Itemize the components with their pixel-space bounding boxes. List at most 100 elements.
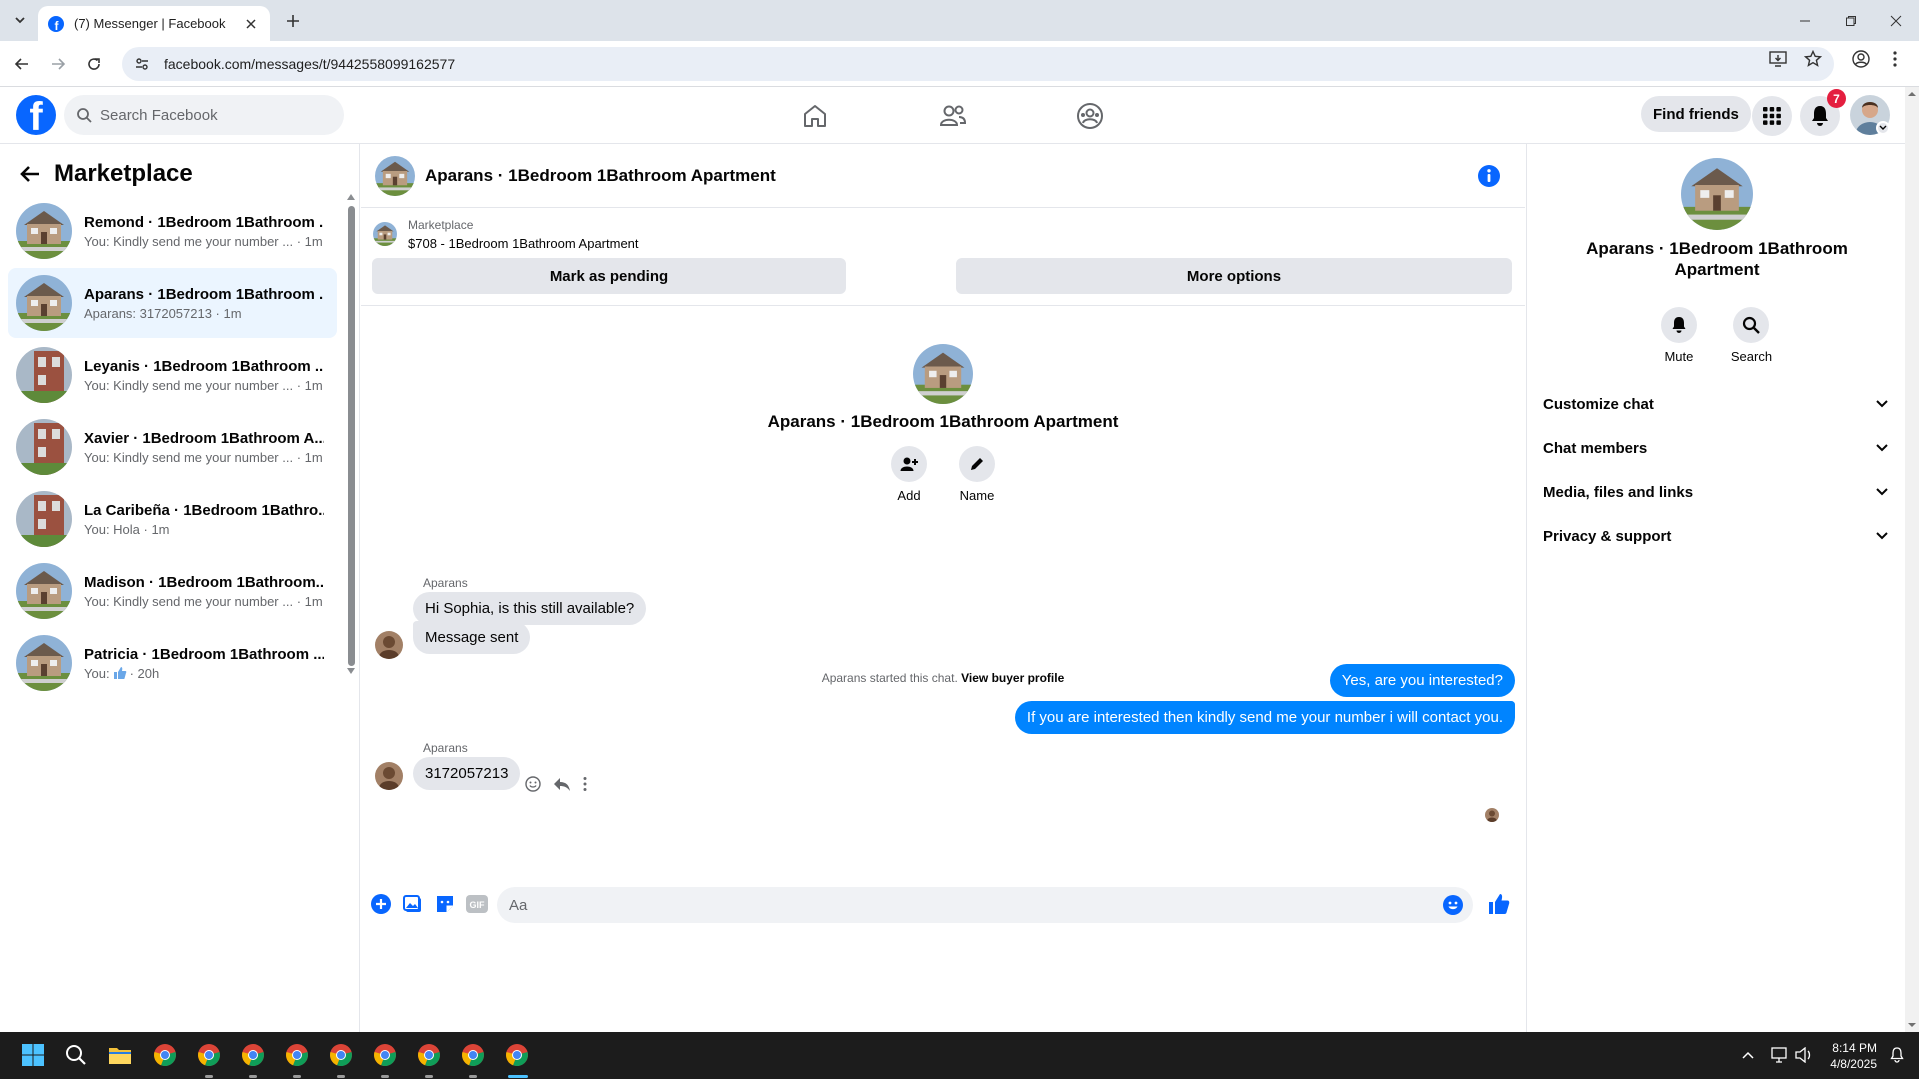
facebook-logo-icon[interactable]: f <box>16 95 56 135</box>
find-friends-button[interactable]: Find friends <box>1641 96 1751 132</box>
react-emoji-icon[interactable] <box>525 776 541 792</box>
sticker-icon[interactable] <box>431 890 459 918</box>
chrome-profile-icon[interactable] <box>414 1040 444 1070</box>
more-actions-icon[interactable] <box>583 776 587 792</box>
name-label: Name <box>959 488 995 503</box>
conversation-item[interactable]: Leyanis · 1Bedroom 1Bathroom ... You: Ki… <box>8 340 337 410</box>
sender-name: Aparans <box>423 576 468 590</box>
conversation-name: Leyanis · 1Bedroom 1Bathroom ... <box>84 357 324 375</box>
listing-thumbnail <box>16 563 72 619</box>
conversation-item[interactable]: Remond · 1Bedroom 1Bathroom ... You: Kin… <box>8 196 337 266</box>
message-input-field[interactable] <box>497 887 1473 923</box>
listing-thumbnail <box>373 222 397 246</box>
taskbar-clock[interactable]: 8:14 PM 4/8/2025 <box>1830 1040 1877 1072</box>
sidebar-scrollbar[interactable] <box>347 194 355 674</box>
search-input[interactable] <box>100 106 320 124</box>
taskbar-search-icon[interactable] <box>61 1040 91 1070</box>
groups-icon[interactable] <box>1035 91 1145 141</box>
svg-text:GIF: GIF <box>470 900 486 910</box>
photo-icon[interactable] <box>399 890 427 918</box>
view-buyer-profile-link[interactable]: View buyer profile <box>961 671 1064 685</box>
restore-icon[interactable] <box>1828 0 1874 41</box>
chat-title[interactable]: Aparans · 1Bedroom 1Bathroom Apartment <box>425 166 776 186</box>
account-chevron-icon[interactable] <box>1876 121 1890 135</box>
conversation-item[interactable]: Xavier · 1Bedroom 1Bathroom A... You: Ki… <box>8 412 337 482</box>
listing-thumbnail <box>16 275 72 331</box>
home-icon[interactable] <box>760 91 870 141</box>
search-in-chat-button[interactable]: Search <box>1731 307 1772 364</box>
media-files-links-section[interactable]: Media, files and links <box>1543 474 1888 510</box>
chrome-profile-icon[interactable] <box>326 1040 356 1070</box>
volume-icon[interactable] <box>1789 1040 1819 1070</box>
tray-chevron-up-icon[interactable] <box>1733 1040 1763 1070</box>
browser-menu-icon[interactable] <box>1885 49 1905 69</box>
outgoing-message[interactable]: Yes, are you interested? <box>1329 664 1515 697</box>
more-options-button[interactable]: More options <box>956 258 1512 294</box>
sender-avatar[interactable] <box>375 631 403 659</box>
customize-chat-section[interactable]: Customize chat <box>1543 386 1888 422</box>
menu-grid-icon[interactable] <box>1752 96 1792 136</box>
conversation-item[interactable]: Madison · 1Bedroom 1Bathroom... You: Kin… <box>8 556 337 626</box>
tab-list-chevron-icon[interactable] <box>8 8 32 32</box>
details-avatar[interactable] <box>1681 158 1753 230</box>
reply-icon[interactable] <box>553 776 571 792</box>
notification-center-icon[interactable] <box>1882 1040 1912 1070</box>
gif-icon[interactable]: GIF <box>463 890 491 918</box>
conversation-preview: You: · 20h <box>84 666 324 681</box>
conversation-name: La Caribeña · 1Bedroom 1Bathro... <box>84 501 324 519</box>
install-app-icon[interactable] <box>1768 49 1788 69</box>
new-tab-plus-icon[interactable] <box>282 10 304 32</box>
chrome-profile-icon[interactable] <box>238 1040 268 1070</box>
chrome-profile-icon[interactable] <box>458 1040 488 1070</box>
facebook-search[interactable] <box>64 95 344 135</box>
listing-title[interactable]: $708 - 1Bedroom 1Bathroom Apartment <box>408 236 639 251</box>
info-icon[interactable] <box>1477 164 1501 188</box>
address-bar[interactable]: facebook.com/messages/t/9442558099162577 <box>122 47 1834 81</box>
file-explorer-icon[interactable] <box>105 1040 135 1070</box>
incoming-message[interactable]: 3172057213 <box>413 757 521 790</box>
site-settings-icon[interactable] <box>134 56 150 72</box>
conversation-item[interactable]: La Caribeña · 1Bedroom 1Bathro... You: H… <box>8 484 337 554</box>
mute-button[interactable]: Mute <box>1660 307 1697 364</box>
chrome-icon[interactable] <box>150 1040 180 1070</box>
tab-close-icon[interactable] <box>242 15 260 33</box>
rename-chat-button[interactable]: Name <box>959 446 995 503</box>
chrome-profile-icon[interactable] <box>194 1040 224 1070</box>
plus-circle-icon[interactable] <box>367 890 395 918</box>
browser-tab-active[interactable]: f (7) Messenger | Facebook <box>38 6 270 41</box>
privacy-support-section[interactable]: Privacy & support <box>1543 518 1888 554</box>
sender-avatar[interactable] <box>375 762 403 790</box>
reload-icon[interactable] <box>82 52 106 76</box>
chrome-profile-icon[interactable] <box>282 1040 312 1070</box>
running-indicator <box>293 1075 301 1078</box>
conversation-item-active[interactable]: Aparans · 1Bedroom 1Bathroom ... Aparans… <box>8 268 337 338</box>
thumbs-up-send-icon[interactable] <box>1488 893 1510 915</box>
url-text: facebook.com/messages/t/9442558099162577 <box>164 56 456 72</box>
bookmark-star-icon[interactable] <box>1803 49 1823 69</box>
message-input[interactable] <box>509 896 1409 914</box>
intro-avatar <box>913 344 973 404</box>
minimize-icon[interactable] <box>1782 0 1828 41</box>
chat-members-section[interactable]: Chat members <box>1543 430 1888 466</box>
running-indicator <box>249 1075 257 1078</box>
conversation-item[interactable]: Patricia · 1Bedroom 1Bathroom ... You: ·… <box>8 628 337 698</box>
back-arrow-icon[interactable] <box>10 52 34 76</box>
outgoing-message[interactable]: If you are interested then kindly send m… <box>1014 701 1515 734</box>
mark-as-pending-button[interactable]: Mark as pending <box>372 258 846 294</box>
chrome-profile-icon-active[interactable] <box>502 1040 532 1070</box>
emoji-icon[interactable] <box>1443 895 1463 915</box>
windows-start-icon[interactable] <box>18 1040 48 1070</box>
close-window-icon[interactable] <box>1873 0 1919 41</box>
friends-icon[interactable] <box>898 91 1008 141</box>
page-scrollbar[interactable] <box>1905 87 1919 1032</box>
back-arrow-icon[interactable] <box>20 165 40 183</box>
chevron-down-icon <box>1876 488 1888 496</box>
incoming-message[interactable]: Message sent <box>413 621 531 654</box>
sidebar-scrollbar-thumb[interactable] <box>348 206 355 666</box>
forward-arrow-icon[interactable] <box>46 52 70 76</box>
chrome-profile-icon[interactable] <box>370 1040 400 1070</box>
chat-avatar[interactable] <box>375 156 415 196</box>
add-people-button[interactable]: Add <box>891 446 927 503</box>
profile-icon[interactable] <box>1851 49 1871 69</box>
preview-prefix: You: <box>84 665 110 681</box>
